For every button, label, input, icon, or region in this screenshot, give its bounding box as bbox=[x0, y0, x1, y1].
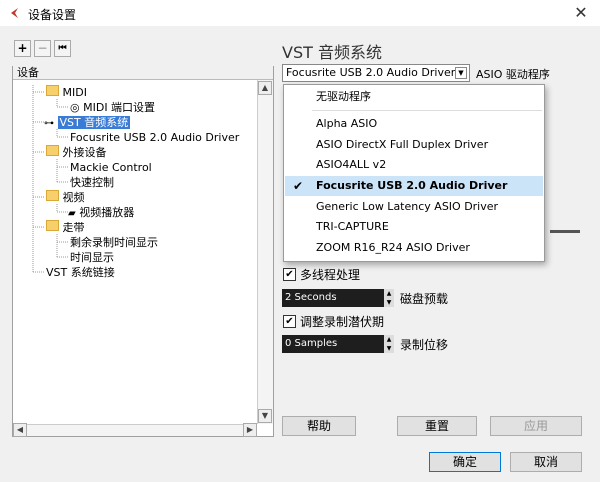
chevron-down-icon[interactable]: ▼ bbox=[455, 67, 467, 79]
tree-item-quick-controls[interactable]: 快速控制 bbox=[70, 175, 114, 190]
dropdown-separator bbox=[312, 110, 542, 111]
scroll-up-icon[interactable]: ▲ bbox=[258, 81, 272, 95]
tree-item-vst-audio-system[interactable]: ⊶ VST 音频系统 bbox=[44, 115, 131, 130]
reset-button[interactable]: 重置 bbox=[397, 416, 477, 436]
tree-item-video-player[interactable]: ▰ 视频播放器 bbox=[68, 205, 134, 220]
folder-icon bbox=[46, 190, 59, 201]
window-title: 设备设置 bbox=[28, 8, 77, 22]
adjust-latency-label: 调整录制潜伏期 bbox=[300, 315, 385, 329]
tree-item-external-devices[interactable]: 外接设备 bbox=[46, 145, 107, 160]
tree-vertical-scrollbar[interactable] bbox=[257, 80, 273, 424]
dropdown-item-selected[interactable]: ✔ Focusrite USB 2.0 Audio Driver bbox=[285, 176, 543, 196]
asio-driver-label: ASIO 驱动程序 bbox=[476, 68, 550, 81]
tree-item-midi[interactable]: MIDI bbox=[46, 85, 87, 100]
title-bar bbox=[0, 0, 600, 26]
asio-driver-value: Focusrite USB 2.0 Audio Driver bbox=[286, 66, 456, 79]
disk-preload-label: 磁盘预载 bbox=[400, 292, 449, 306]
tree-item-label: Focusrite USB 2.0 Audio Driver bbox=[70, 131, 240, 144]
tree-horizontal-scrollbar[interactable] bbox=[13, 424, 257, 436]
asio-driver-dropdown[interactable]: 无驱动程序 Alpha ASIO ASIO DirectX Full Duple… bbox=[283, 84, 545, 262]
tree-item-video[interactable]: 视频 bbox=[46, 190, 85, 205]
tree-item-label: 外接设备 bbox=[62, 146, 107, 159]
tree-item-label: 走带 bbox=[62, 221, 85, 234]
tree-item-label: 时间显示 bbox=[70, 251, 114, 264]
stepper-icon[interactable]: ▲ ▼ bbox=[384, 335, 394, 353]
disk-preload-value: 2 Seconds bbox=[285, 292, 337, 303]
ok-button[interactable]: 确定 bbox=[429, 452, 501, 472]
dropdown-item[interactable]: ASIO4ALL v2 bbox=[285, 155, 543, 175]
level-meter-line bbox=[550, 230, 580, 233]
checkmark-icon: ✔ bbox=[293, 179, 304, 193]
remove-button[interactable]: − bbox=[34, 40, 51, 57]
tree-item-focusrite-driver[interactable]: Focusrite USB 2.0 Audio Driver bbox=[70, 130, 239, 145]
reset-device-button[interactable]: ⏮ bbox=[54, 40, 71, 57]
tree-item-label: MIDI bbox=[62, 86, 87, 99]
tree-item-label: Mackie Control bbox=[70, 161, 152, 174]
apply-button[interactable]: 应用 bbox=[490, 416, 582, 436]
video-player-icon: ▰ bbox=[68, 208, 76, 219]
vst-plug-icon: ⊶ bbox=[44, 118, 54, 129]
tree-item-label: 视频播放器 bbox=[79, 206, 135, 219]
section-title: VST 音频系统 bbox=[282, 43, 382, 62]
tree-item-transport[interactable]: 走带 bbox=[46, 220, 85, 235]
tree-item-label: 快速控制 bbox=[70, 176, 114, 189]
multithread-checkbox[interactable]: ✔ bbox=[283, 268, 296, 281]
dropdown-item-label: Focusrite USB 2.0 Audio Driver bbox=[316, 179, 508, 192]
tree-item-mackie-control[interactable]: Mackie Control bbox=[70, 160, 152, 175]
tree-item-label: 视频 bbox=[62, 191, 85, 204]
app-icon bbox=[11, 8, 18, 18]
dropdown-item[interactable]: ZOOM R16_R24 ASIO Driver bbox=[285, 238, 543, 258]
adjust-latency-checkbox[interactable]: ✔ bbox=[283, 315, 296, 328]
add-button[interactable]: + bbox=[14, 40, 31, 57]
tree-item-label: MIDI 端口设置 bbox=[83, 101, 156, 114]
multithread-label: 多线程处理 bbox=[300, 268, 361, 282]
scroll-right-icon[interactable]: ▶ bbox=[243, 423, 257, 437]
midi-port-icon: ◎ bbox=[70, 101, 80, 114]
stepper-icon[interactable]: ▲ ▼ bbox=[384, 289, 394, 307]
cancel-button[interactable]: 取消 bbox=[510, 452, 582, 472]
record-shift-label: 录制位移 bbox=[400, 338, 449, 352]
dropdown-item[interactable]: TRI-CAPTURE bbox=[285, 217, 543, 237]
folder-icon bbox=[46, 220, 59, 231]
asio-driver-select[interactable]: Focusrite USB 2.0 Audio Driver ▼ bbox=[282, 64, 470, 82]
disk-preload-spinner[interactable]: 2 Seconds ▲ ▼ bbox=[282, 289, 394, 307]
tree-item-vst-system-link[interactable]: VST 系统链接 bbox=[46, 265, 115, 280]
dropdown-item[interactable]: Alpha ASIO bbox=[285, 114, 543, 134]
help-button[interactable]: 帮助 bbox=[282, 416, 356, 436]
folder-icon bbox=[46, 145, 59, 156]
tree-item-record-time-max[interactable]: 剩余录制时间显示 bbox=[70, 235, 158, 250]
folder-icon bbox=[46, 85, 59, 96]
record-shift-value: 0 Samples bbox=[285, 338, 338, 349]
tree-item-label: VST 系统链接 bbox=[46, 266, 115, 279]
tree-item-midi-port-settings[interactable]: ◎ MIDI 端口设置 bbox=[70, 100, 155, 115]
record-shift-spinner[interactable]: 0 Samples ▲ ▼ bbox=[282, 335, 394, 353]
scroll-left-icon[interactable]: ◀ bbox=[13, 423, 27, 437]
close-icon[interactable]: ✕ bbox=[571, 3, 591, 23]
tree-item-time-display[interactable]: 时间显示 bbox=[70, 250, 114, 265]
dropdown-item[interactable]: ASIO DirectX Full Duplex Driver bbox=[285, 135, 543, 155]
scroll-down-icon[interactable]: ▼ bbox=[258, 409, 272, 423]
tree-header: 设备 bbox=[13, 66, 273, 80]
dropdown-item[interactable]: Generic Low Latency ASIO Driver bbox=[285, 197, 543, 217]
dropdown-item[interactable]: 无驱动程序 bbox=[285, 87, 543, 107]
tree-item-label: 剩余录制时间显示 bbox=[70, 236, 158, 249]
tree-item-label: VST 音频系统 bbox=[57, 116, 131, 129]
